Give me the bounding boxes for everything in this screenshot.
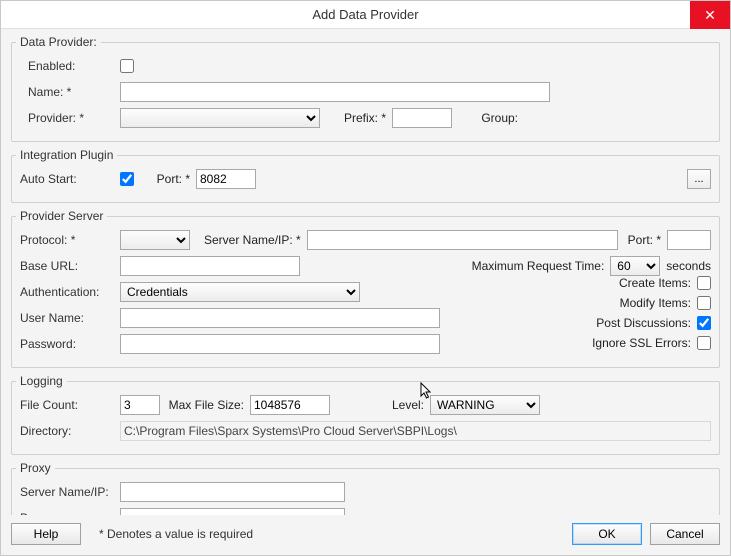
server-name-input[interactable]	[307, 230, 618, 250]
ignore-ssl-label: Ignore SSL Errors:	[592, 336, 691, 350]
provider-label: Provider: *	[20, 111, 120, 125]
enabled-label: Enabled:	[20, 59, 120, 73]
max-file-size-input[interactable]	[250, 395, 330, 415]
server-permission-checks: Create Items: Modify Items: Post Discuss…	[592, 273, 711, 353]
bypass-label: Bypass:	[20, 511, 120, 515]
required-note: * Denotes a value is required	[99, 527, 253, 541]
post-discussions-checkbox[interactable]	[697, 316, 711, 330]
close-icon: ✕	[704, 7, 716, 24]
enabled-checkbox[interactable]	[120, 59, 134, 73]
create-items-checkbox[interactable]	[697, 276, 711, 290]
modify-items-checkbox[interactable]	[697, 296, 711, 310]
server-port-input[interactable]	[667, 230, 711, 250]
max-req-unit: seconds	[660, 259, 711, 273]
base-url-label: Base URL:	[20, 259, 120, 273]
ok-button[interactable]: OK	[572, 523, 642, 545]
level-select[interactable]: WARNING	[430, 395, 540, 415]
integration-port-input[interactable]	[196, 169, 256, 189]
proxy-legend: Proxy	[16, 461, 55, 475]
server-name-label: Server Name/IP: *	[190, 233, 307, 247]
base-url-input[interactable]	[120, 256, 300, 276]
integration-legend: Integration Plugin	[16, 148, 117, 162]
data-provider-group: Data Provider: Enabled: Name: * Provider…	[11, 35, 720, 142]
provider-select[interactable]	[120, 108, 320, 128]
dialog-footer: Help * Denotes a value is required OK Ca…	[1, 515, 730, 555]
dialog-window: Add Data Provider ✕ Data Provider: Enabl…	[0, 0, 731, 556]
auth-select[interactable]: Credentials	[120, 282, 360, 302]
logging-legend: Logging	[16, 374, 67, 388]
directory-input	[120, 421, 711, 441]
modify-items-label: Modify Items:	[620, 296, 691, 310]
proxy-group: Proxy Server Name/IP: Bypass: User Name:…	[11, 461, 720, 515]
create-items-label: Create Items:	[619, 276, 691, 290]
group-label: Group:	[464, 111, 524, 125]
integration-port-label: Port: *	[146, 172, 196, 186]
server-pass-input[interactable]	[120, 334, 440, 354]
protocol-label: Protocol: *	[20, 233, 120, 247]
level-label: Level:	[330, 398, 430, 412]
prefix-label: Prefix: *	[332, 111, 392, 125]
server-user-label: User Name:	[20, 311, 120, 325]
auth-label: Authentication:	[20, 285, 120, 299]
directory-label: Directory:	[20, 424, 120, 438]
name-label: Name: *	[20, 85, 120, 99]
server-user-input[interactable]	[120, 308, 440, 328]
close-button[interactable]: ✕	[690, 1, 730, 29]
auto-start-label: Auto Start:	[20, 172, 120, 186]
max-file-size-label: Max File Size:	[160, 398, 250, 412]
proxy-server-input[interactable]	[120, 482, 345, 502]
post-discussions-label: Post Discussions:	[596, 316, 691, 330]
titlebar: Add Data Provider ✕	[1, 1, 730, 29]
integration-ellipsis-button[interactable]: ...	[687, 169, 711, 189]
help-button[interactable]: Help	[11, 523, 81, 545]
protocol-select[interactable]	[120, 230, 190, 250]
file-count-label: File Count:	[20, 398, 120, 412]
dialog-content: Data Provider: Enabled: Name: * Provider…	[1, 29, 730, 515]
data-provider-legend: Data Provider:	[16, 35, 101, 49]
auto-start-checkbox[interactable]	[120, 172, 134, 186]
logging-group: Logging File Count: Max File Size: Level…	[11, 374, 720, 455]
prefix-input[interactable]	[392, 108, 452, 128]
integration-plugin-group: Integration Plugin Auto Start: Port: * .…	[11, 148, 720, 203]
server-pass-label: Password:	[20, 337, 120, 351]
bypass-input[interactable]	[120, 508, 345, 515]
name-input[interactable]	[120, 82, 550, 102]
provider-server-group: Provider Server Protocol: * Server Name/…	[11, 209, 720, 368]
file-count-input[interactable]	[120, 395, 160, 415]
window-title: Add Data Provider	[312, 7, 418, 22]
max-req-label: Maximum Request Time:	[472, 259, 611, 273]
cancel-button[interactable]: Cancel	[650, 523, 720, 545]
server-legend: Provider Server	[16, 209, 107, 223]
ignore-ssl-checkbox[interactable]	[697, 336, 711, 350]
server-port-label: Port: *	[618, 233, 667, 247]
proxy-server-label: Server Name/IP:	[20, 485, 120, 499]
